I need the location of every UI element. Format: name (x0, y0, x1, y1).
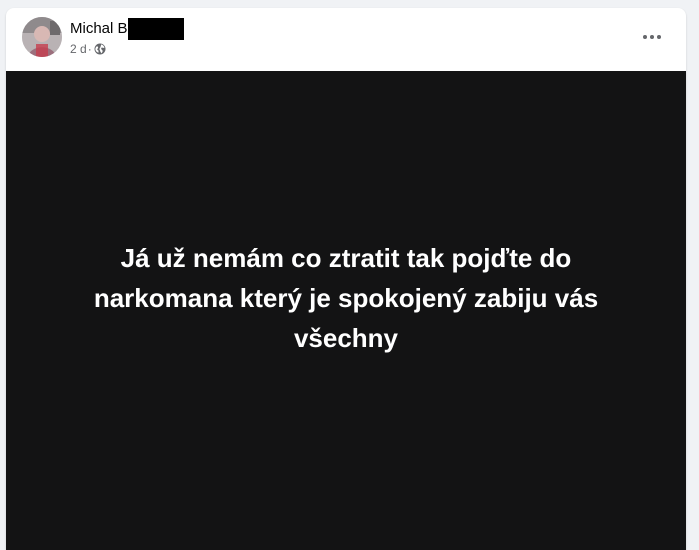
post-card: Michal B 2 d · Já už nemám co ztratit ta… (6, 8, 686, 550)
post-timestamp[interactable]: 2 d (70, 41, 87, 57)
post-text-background: Já už nemám co ztratit tak pojďte do nar… (6, 71, 686, 550)
author-line: Michal B (70, 18, 184, 40)
avatar-photo (22, 17, 62, 57)
post-header: Michal B 2 d · (6, 8, 686, 70)
more-options-icon (643, 35, 661, 39)
more-options-button[interactable] (634, 23, 670, 51)
post-meta: 2 d · (70, 41, 106, 57)
post-text: Já už nemám co ztratit tak pojďte do nar… (93, 242, 599, 353)
globe-icon[interactable] (94, 43, 106, 55)
redaction-bar (127, 18, 184, 40)
author-avatar[interactable] (22, 17, 62, 57)
author-name[interactable]: Michal B (70, 19, 128, 39)
meta-separator: · (87, 42, 92, 56)
